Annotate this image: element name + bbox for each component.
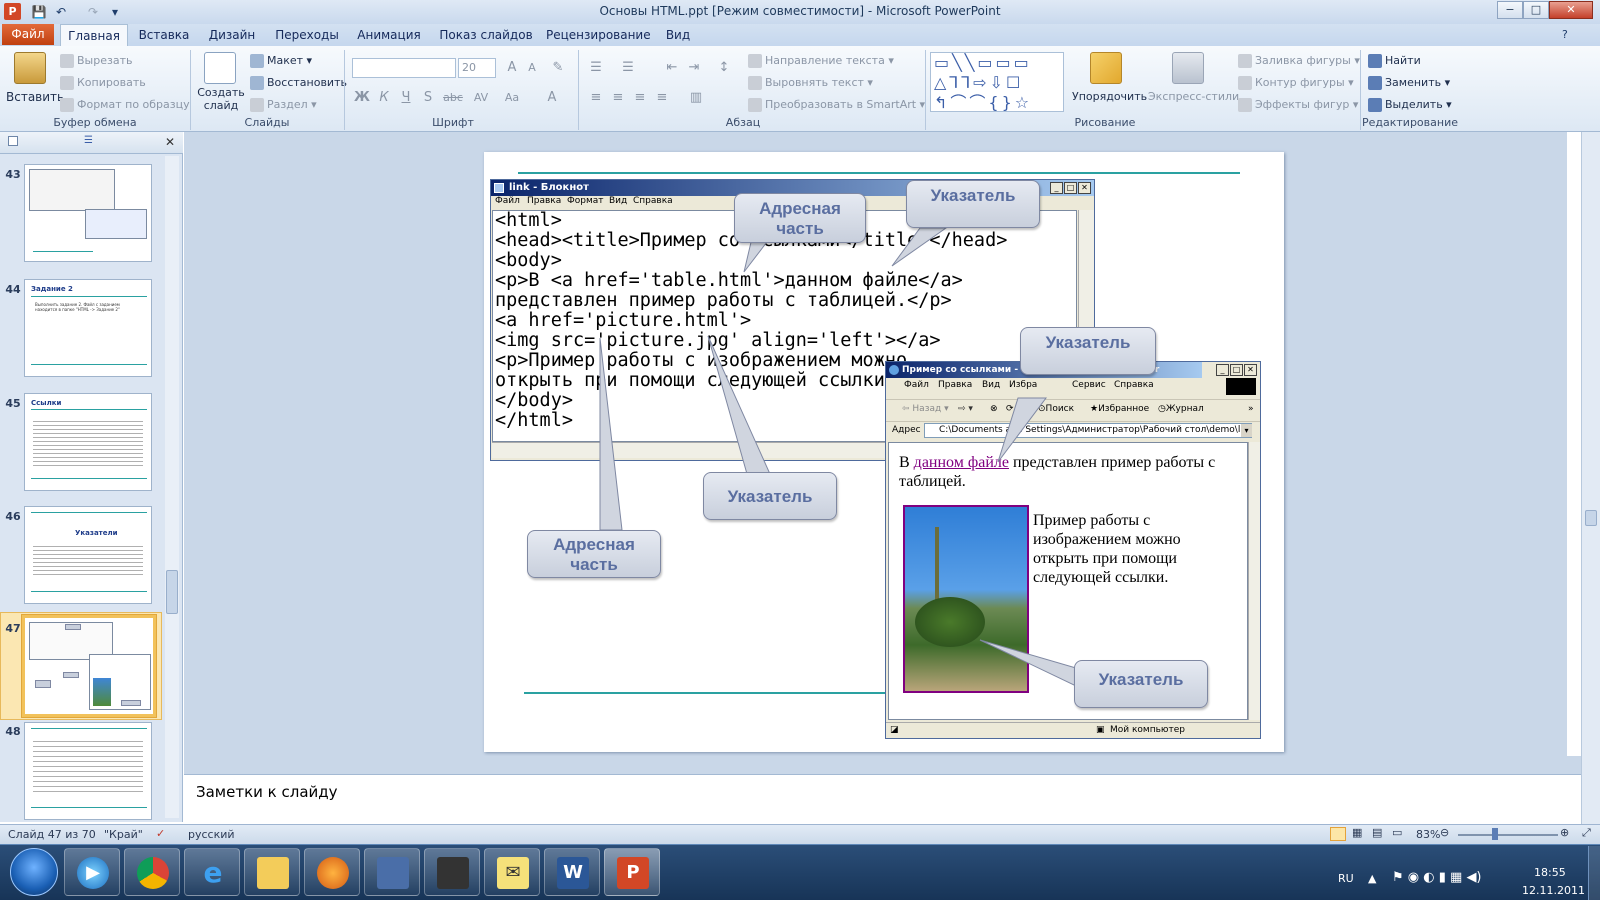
chrome-icon — [137, 857, 169, 889]
pointer-img-pointer — [979, 639, 1077, 687]
callout-pointer-image[interactable]: Указатель — [1074, 660, 1208, 708]
zoom-out-icon[interactable]: ⊖ — [1440, 826, 1449, 839]
slideshow-icon[interactable]: ▭ — [1392, 826, 1402, 839]
zoom-in-icon[interactable]: ⊕ — [1560, 826, 1569, 839]
clock-date[interactable]: 12.11.2011 — [1522, 884, 1585, 897]
terminal-icon — [437, 857, 469, 889]
callout-pointer-low[interactable]: Указатель — [703, 472, 837, 520]
start-button[interactable] — [10, 848, 58, 896]
notes-splitter[interactable] — [184, 756, 1581, 774]
language[interactable]: русский — [188, 828, 235, 841]
taskbar-explorer[interactable] — [244, 848, 300, 896]
normal-view-icon[interactable] — [1330, 827, 1346, 841]
zoom-slider[interactable] — [1458, 834, 1558, 836]
callout-address-top[interactable]: Адресная часть — [734, 193, 866, 243]
callout-pointer-top[interactable]: Указатель — [906, 180, 1040, 228]
taskbar-chrome[interactable] — [124, 848, 180, 896]
theme-name[interactable]: "Край" — [104, 828, 143, 841]
taskbar-media-player[interactable]: ▶ — [64, 848, 120, 896]
taskbar-ie[interactable]: e — [184, 848, 240, 896]
reading-view-icon[interactable]: ▤ — [1372, 826, 1382, 839]
spellcheck-icon[interactable]: ✓ — [156, 827, 165, 840]
word-icon: W — [557, 857, 589, 889]
folder-icon — [257, 857, 289, 889]
dictionary-icon — [377, 857, 409, 889]
addr-top-pointer — [743, 237, 772, 273]
mail-icon: ✉ — [497, 857, 529, 889]
slide-info: Слайд 47 из 70 — [8, 828, 96, 841]
clock-time[interactable]: 18:55 — [1534, 866, 1566, 879]
zoom-slider-thumb[interactable] — [1492, 828, 1498, 840]
firefox-icon — [317, 857, 349, 889]
notes-pane[interactable] — [184, 774, 1581, 824]
taskbar — [0, 844, 1600, 900]
zoom-level[interactable]: 83% — [1416, 828, 1440, 841]
taskbar-mail[interactable]: ✉ — [484, 848, 540, 896]
addr-low-pointer — [599, 337, 623, 531]
taskbar-app[interactable] — [364, 848, 420, 896]
status-bar: Слайд 47 из 70 "Край" ✓ русский ▦ ▤ ▭ 83… — [0, 824, 1600, 844]
slide-sorter-icon[interactable]: ▦ — [1352, 826, 1362, 839]
powerpoint-icon: P — [617, 857, 649, 889]
tray-expand-icon[interactable]: ▲ — [1368, 872, 1376, 885]
pointer-low-pointer — [707, 335, 771, 475]
tray-icons[interactable]: ⚑ ◉ ◐ ▮ ▦ ◀) — [1392, 870, 1482, 885]
notes-placeholder: Заметки к слайду — [196, 783, 338, 801]
fit-slide-icon[interactable]: ⤢ — [1582, 826, 1591, 840]
keyboard-language[interactable]: RU — [1338, 872, 1354, 885]
show-desktop-button[interactable] — [1588, 846, 1600, 900]
ie-icon: e — [203, 856, 223, 889]
taskbar-terminal[interactable] — [424, 848, 480, 896]
pointer-mid-pointer — [997, 397, 1047, 463]
taskbar-powerpoint[interactable]: P — [604, 848, 660, 896]
callout-pointer-mid[interactable]: Указатель — [1020, 327, 1156, 375]
callout-address-low[interactable]: Адресная часть — [527, 530, 661, 578]
pointer-top-pointer — [891, 227, 948, 267]
taskbar-firefox[interactable] — [304, 848, 360, 896]
taskbar-word[interactable]: W — [544, 848, 600, 896]
media-player-icon: ▶ — [77, 857, 109, 889]
